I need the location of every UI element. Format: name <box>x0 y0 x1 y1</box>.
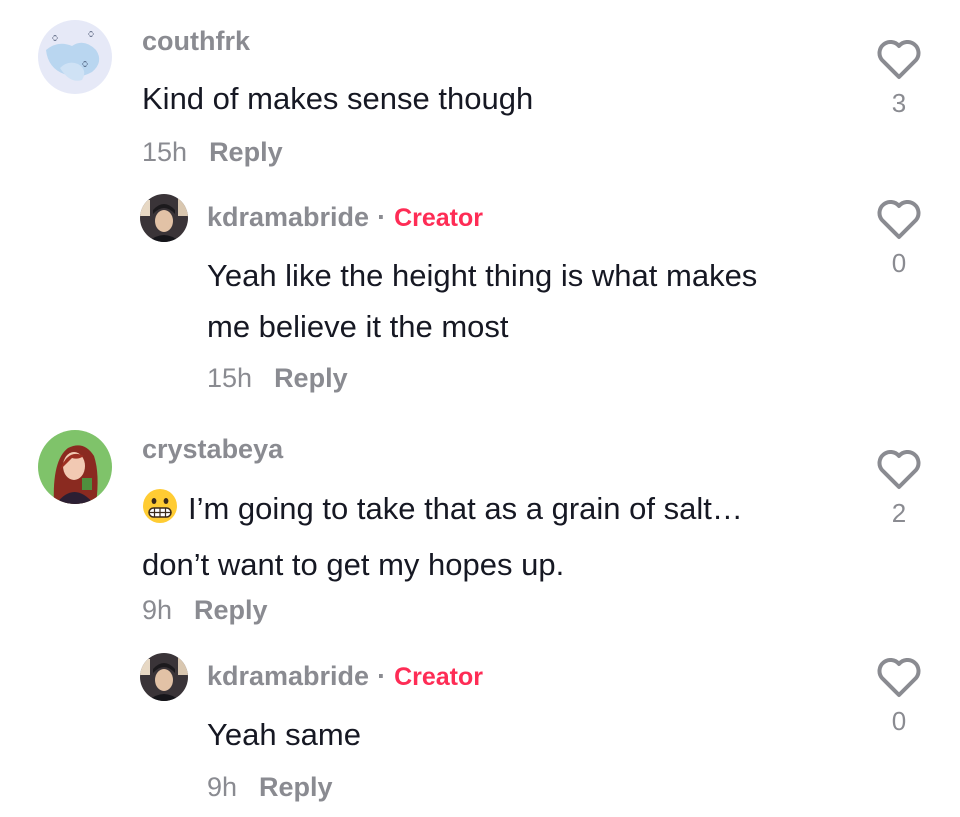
timestamp: 15h <box>207 363 253 393</box>
username-text: couthfrk <box>142 26 250 56</box>
username[interactable]: crystabeya <box>142 434 283 465</box>
illustrated-woman-avatar-icon <box>38 430 112 504</box>
comment-text: Yeah same <box>207 709 361 760</box>
username-text: crystabeya <box>142 434 284 464</box>
creator-badge: Creator <box>394 663 483 691</box>
comment-line: Kind of makes sense though <box>142 81 534 116</box>
username[interactable]: couthfrk <box>142 26 250 57</box>
timestamp: 15h <box>142 137 188 167</box>
comment-meta: 9h Reply <box>142 595 268 626</box>
comment-line-text: I’m going to take that as a grain of sal… <box>188 491 743 526</box>
timestamp: 9h <box>142 595 173 625</box>
comment-line: I’m going to take that as a grain of sal… <box>142 483 743 539</box>
avatar[interactable] <box>140 194 188 242</box>
avatar[interactable] <box>38 20 112 94</box>
comment-text: Yeah like the height thing is what makes… <box>207 250 757 352</box>
like-count: 0 <box>891 706 907 736</box>
like-count: 0 <box>891 248 907 278</box>
person-avatar-icon <box>140 653 188 701</box>
reply-button[interactable]: Reply <box>274 363 348 393</box>
like-count: 3 <box>891 88 907 118</box>
avatar[interactable] <box>140 653 188 701</box>
butterfly-avatar-icon <box>38 20 112 94</box>
comment-line: don’t want to get my hopes up. <box>142 547 565 582</box>
heart-icon <box>877 450 921 489</box>
reply-button[interactable]: Reply <box>209 137 283 167</box>
like-button[interactable]: 0 <box>874 658 924 737</box>
comment-text: Kind of makes sense though <box>142 73 533 124</box>
timestamp: 9h <box>207 772 238 802</box>
comment-text: I’m going to take that as a grain of sal… <box>142 483 743 590</box>
like-count: 2 <box>891 498 907 528</box>
avatar[interactable] <box>38 430 112 504</box>
username[interactable]: kdramabride · Creator <box>207 202 483 233</box>
comment-meta: 15h Reply <box>207 363 348 394</box>
separator-dot: · <box>377 661 387 691</box>
person-avatar-icon <box>140 194 188 242</box>
creator-badge: Creator <box>394 204 483 232</box>
comment-meta: 9h Reply <box>207 772 333 803</box>
grimacing-face-emoji-icon <box>142 488 178 539</box>
comment-meta: 15h Reply <box>142 137 283 168</box>
like-button[interactable]: 2 <box>874 450 924 529</box>
comment-line: me believe it the most <box>207 309 509 344</box>
username[interactable]: kdramabride · Creator <box>207 661 483 692</box>
separator-dot: · <box>377 202 387 232</box>
reply-button[interactable]: Reply <box>194 595 268 625</box>
comment-line: Yeah same <box>207 717 361 752</box>
username-text: kdramabride <box>207 661 370 691</box>
heart-icon <box>877 200 921 239</box>
heart-icon <box>877 40 921 79</box>
reply-button[interactable]: Reply <box>259 772 333 802</box>
like-button[interactable]: 3 <box>874 40 924 119</box>
username-text: kdramabride <box>207 202 370 232</box>
like-button[interactable]: 0 <box>874 200 924 279</box>
heart-icon <box>877 658 921 697</box>
comment-line: Yeah like the height thing is what makes <box>207 258 758 293</box>
